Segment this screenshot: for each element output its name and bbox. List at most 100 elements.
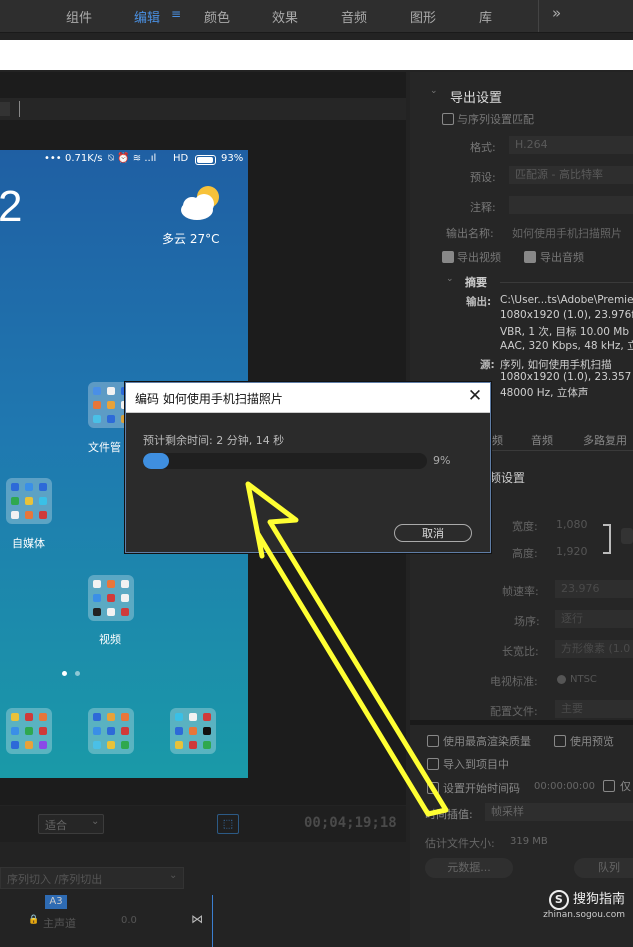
progress-percent: 9% — [433, 454, 451, 467]
timecode-display: 00;04;19;18 — [304, 815, 397, 831]
export-video-label: 导出视频 — [457, 251, 501, 264]
start-timecode-value[interactable]: 00:00:00:00 — [534, 781, 595, 792]
profile-select[interactable]: 主要 — [555, 700, 633, 718]
output-name-label: 输出名称: — [446, 227, 494, 240]
width-value[interactable]: 1,080 — [556, 518, 588, 531]
preset-label: 预设: — [470, 171, 496, 184]
height-value[interactable]: 1,920 — [556, 545, 588, 558]
output-key: 输出: — [466, 296, 492, 308]
tab-multiplexer[interactable]: 多路复用 — [583, 432, 627, 448]
zoom-dropdown[interactable] — [0, 102, 10, 116]
tab-libraries[interactable]: 库 — [479, 7, 492, 26]
output-name-link[interactable]: 如何使用手机扫描照片 — [512, 225, 622, 241]
field-order-label: 场序: — [514, 615, 540, 628]
watermark-brand: 搜狗指南 — [572, 892, 625, 907]
phone-clock: 2 — [0, 182, 23, 231]
sequence-in-out-value: 序列切入 /序列切出 — [7, 873, 103, 886]
page-indicator-active — [62, 671, 67, 676]
file-size-label: 估计文件大小: — [425, 837, 495, 850]
comment-input[interactable] — [509, 196, 633, 214]
timeline-playhead[interactable] — [212, 895, 213, 947]
field-order-select[interactable]: 逐行 — [555, 610, 633, 628]
video-label: 视频 — [99, 633, 121, 646]
preset-select[interactable]: 匹配源 - 高比特率 — [509, 166, 633, 184]
framerate-select[interactable]: 23.976 — [555, 580, 633, 598]
chevron-down-icon: ⌄ — [169, 870, 178, 881]
set-start-timecode-checkbox[interactable] — [427, 782, 439, 794]
file-size-value: 319 MB — [510, 836, 548, 847]
export-audio-label: 导出音频 — [540, 251, 584, 264]
source-line-3: 48000 Hz, 立体声 — [500, 387, 589, 399]
close-icon[interactable]: ✕ — [466, 387, 484, 405]
width-label: 宽度: — [512, 520, 538, 533]
match-sequence-label: 与序列设置匹配 — [457, 113, 534, 126]
tab-menu-icon[interactable]: ≡ — [171, 7, 181, 21]
tab-assembly[interactable]: 组件 — [66, 7, 92, 26]
time-remaining-text: 预计剩余时间: 2 分钟, 14 秒 — [143, 434, 285, 447]
phone-battery-level: 93% — [221, 153, 244, 164]
timeline-panel: 序列切入 /序列切出 ⌄ A3 🔒 主声道 0.0 ⋈ — [0, 845, 406, 947]
phone-status-icons: ⍉ ⏰ ≋ ..ıl — [108, 153, 157, 164]
fit-dropdown-value: 适合 — [45, 819, 67, 832]
file-manager-label: 文件管 — [88, 441, 121, 454]
more-workspaces-icon[interactable]: » — [552, 4, 561, 22]
summary-title: 摘要 — [465, 276, 487, 289]
bowtie-icon[interactable]: ⋈ — [191, 912, 203, 926]
tab-video[interactable]: 频 — [492, 432, 503, 448]
output-line-2: 1080x1920 (1.0), 23.976f — [500, 309, 633, 321]
use-previews-checkbox[interactable] — [554, 735, 566, 747]
collapse-icon[interactable]: ⌄ — [430, 86, 438, 96]
master-volume-value: 0.0 — [121, 915, 137, 926]
sequence-in-out-dropdown[interactable]: 序列切入 /序列切出 ⌄ — [0, 867, 184, 889]
match-sequence-checkbox[interactable] — [442, 113, 454, 125]
queue-button[interactable]: 队列 — [574, 858, 633, 878]
aspect-select[interactable]: 方形像素 (1.0 — [555, 640, 633, 658]
track-a3[interactable]: A3 — [45, 895, 67, 909]
export-video-checkbox[interactable] — [442, 251, 454, 263]
link-dimensions-icon[interactable] — [621, 528, 633, 544]
encoding-dialog: 编码 如何使用手机扫描照片 ✕ 预计剩余时间: 2 分钟, 14 秒 9% 取消 — [125, 382, 491, 553]
export-settings-title: 导出设置 — [450, 91, 503, 106]
time-interp-select[interactable]: 帧采样 — [485, 803, 633, 821]
self-media-label: 自媒体 — [12, 537, 45, 550]
use-previews-label: 使用预览 — [570, 735, 614, 748]
export-audio-checkbox[interactable] — [524, 251, 536, 263]
monitor-controls: 适合 ⌄ ⬚ 00;04;19;18 — [0, 806, 406, 859]
tab-editing[interactable]: 编辑 — [134, 7, 160, 26]
video-folder — [88, 575, 134, 621]
tab-audio[interactable]: 音频 — [341, 7, 367, 26]
output-line-3: VBR, 1 次, 目标 10.00 Mb — [500, 326, 630, 338]
tab-graphics[interactable]: 图形 — [410, 7, 436, 26]
master-track-label: 主声道 — [43, 917, 76, 930]
sogou-logo-icon: S — [548, 890, 569, 910]
only-checkbox[interactable] — [603, 780, 615, 792]
window-title-bar — [0, 40, 633, 70]
framerate-label: 帧速率: — [502, 585, 539, 598]
phone-network-speed: 0.71K/s — [65, 153, 103, 164]
lock-icon[interactable]: 🔒 — [28, 915, 39, 925]
fit-dropdown[interactable]: 适合 ⌄ — [38, 814, 104, 834]
watermark-url: zhinan.sogou.com — [543, 910, 625, 920]
dock-folder-2 — [88, 708, 134, 754]
ntsc-radio[interactable] — [557, 675, 566, 684]
crop-toggle-icon[interactable]: ⬚ — [217, 814, 239, 834]
import-into-project-label: 导入到项目中 — [443, 758, 509, 771]
collapse-icon[interactable]: ⌄ — [446, 274, 454, 284]
encoding-progress-fill — [143, 453, 169, 469]
link-bracket — [603, 524, 611, 554]
aspect-label: 长宽比: — [502, 645, 539, 658]
chevron-down-icon: ⌄ — [91, 816, 100, 827]
cancel-button[interactable]: 取消 — [394, 524, 472, 542]
text-cursor — [19, 101, 20, 117]
import-into-project-checkbox[interactable] — [427, 758, 439, 770]
summary-divider — [500, 282, 633, 283]
max-render-quality-checkbox[interactable] — [427, 735, 439, 747]
comment-label: 注释: — [470, 201, 496, 214]
tab-effects[interactable]: 效果 — [272, 7, 298, 26]
tab-audio-export[interactable]: 音频 — [531, 432, 553, 448]
only-label: 仅 — [620, 780, 631, 793]
metadata-button[interactable]: 元数据... — [425, 858, 513, 878]
tab-color[interactable]: 颜色 — [204, 7, 230, 26]
source-line-2: 1080x1920 (1.0), 23.357 f — [500, 371, 633, 383]
format-select[interactable]: H.264 — [509, 136, 633, 154]
